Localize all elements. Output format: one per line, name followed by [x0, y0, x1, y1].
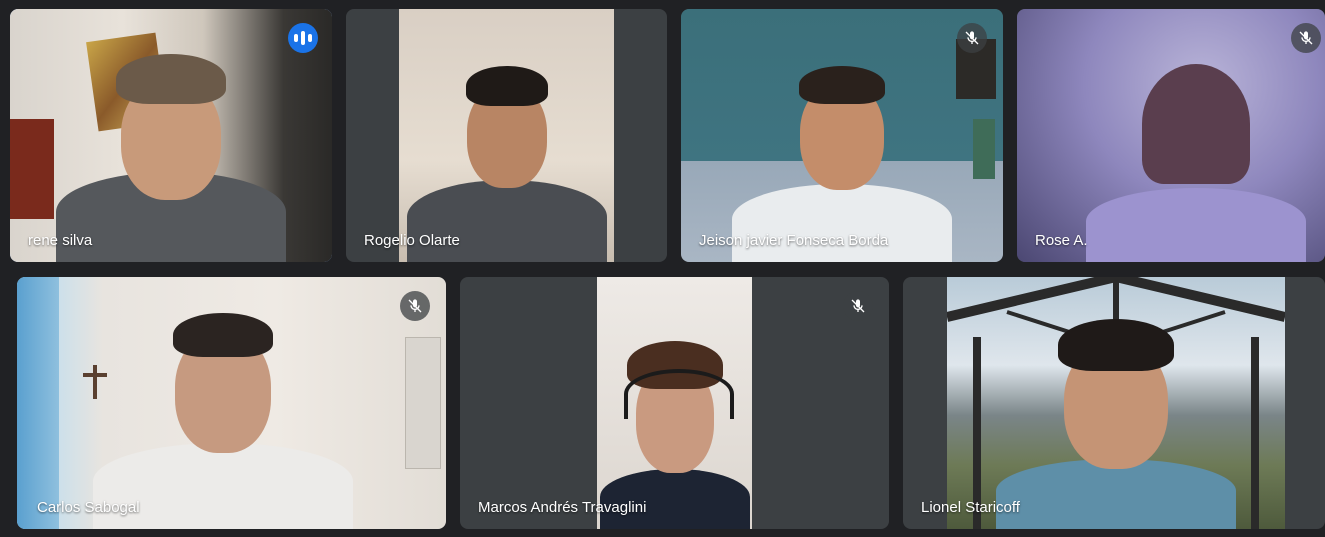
participant-video: [399, 9, 614, 262]
meeting-grid: rene silva Rogelio Olarte Jeison javier …: [0, 0, 1325, 537]
mic-off-icon: [957, 23, 987, 53]
mic-off-icon: [843, 291, 873, 321]
participant-tile-rogelio-olarte[interactable]: Rogelio Olarte: [346, 9, 667, 262]
participant-name: Carlos Sabogal: [37, 499, 140, 516]
participant-tile-carlos-sabogal[interactable]: Carlos Sabogal: [17, 277, 446, 529]
participant-name: Jeison javier Fonseca Borda: [699, 232, 889, 249]
participant-tile-marcos-travaglini[interactable]: Marcos Andrés Travaglini: [460, 277, 889, 529]
participant-name: Lionel Staricoff: [921, 499, 1020, 516]
participant-video: [947, 277, 1285, 529]
participant-video: [1017, 9, 1325, 262]
audio-level-icon: [288, 23, 318, 53]
participant-name: rene silva: [28, 232, 93, 249]
participant-tile-jeison-fonseca[interactable]: Jeison javier Fonseca Borda: [681, 9, 1003, 262]
participant-tile-rene-silva[interactable]: rene silva: [10, 9, 332, 262]
participant-video: [10, 9, 332, 262]
mic-off-icon: [400, 291, 430, 321]
participant-video: [17, 277, 446, 529]
participant-tile-rose-a[interactable]: Rose A.: [1017, 9, 1325, 262]
participant-video: [597, 277, 752, 529]
participant-tile-lionel-staricoff[interactable]: Lionel Staricoff: [903, 277, 1325, 529]
mic-off-icon: [1291, 23, 1321, 53]
participant-name: Marcos Andrés Travaglini: [478, 499, 647, 516]
participant-name: Rogelio Olarte: [364, 232, 460, 249]
participant-video: [681, 9, 1003, 262]
participant-name: Rose A.: [1035, 232, 1088, 249]
